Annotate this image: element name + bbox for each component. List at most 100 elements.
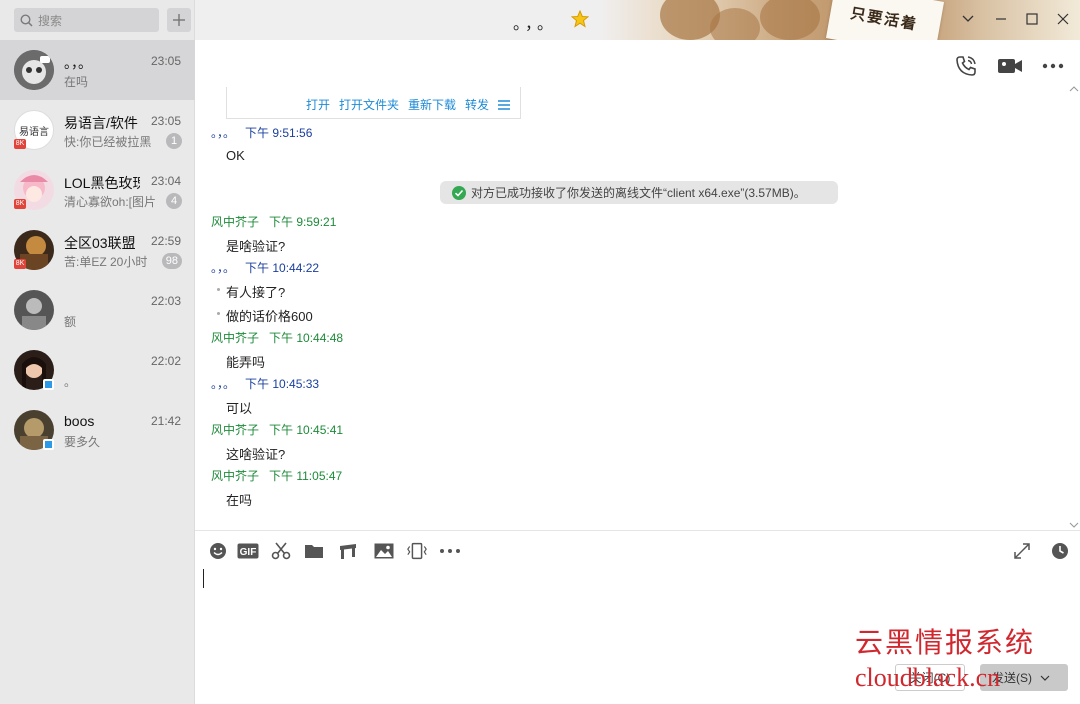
folder-icon[interactable] xyxy=(303,541,325,561)
search-icon xyxy=(20,13,33,27)
gif-icon[interactable]: GIF xyxy=(237,541,259,561)
expand-icon[interactable] xyxy=(1011,541,1033,561)
redownload-link[interactable]: 重新下载 xyxy=(408,96,456,113)
screenshot-scissors-icon[interactable] xyxy=(270,541,292,561)
history-clock-icon[interactable] xyxy=(1049,541,1071,561)
message-header: 风中芥子 下午 10:45:41 xyxy=(211,421,343,438)
contact-item[interactable]: boos 21:42 要多久 xyxy=(0,400,195,460)
title-bar: 只要活着 。，。 xyxy=(195,0,1080,40)
message-header: 。，。 下午 9:51:56 xyxy=(211,124,312,141)
message-header: 。，。 下午 10:45:33 xyxy=(211,375,319,392)
file-actions: 打开 打开文件夹 重新下载 转发 xyxy=(306,96,510,113)
add-button[interactable] xyxy=(167,8,191,32)
message-bullet xyxy=(217,312,220,315)
plus-icon xyxy=(173,14,185,26)
maximize-icon[interactable] xyxy=(1021,8,1043,30)
star-icon[interactable] xyxy=(570,9,590,31)
message-text: 可以 xyxy=(226,401,253,416)
system-notice-text: 对方已成功接收了你发送的离线文件“client x64.exe”(3.57MB)… xyxy=(471,186,806,200)
contact-name: 。，。 xyxy=(64,55,92,71)
contact-preview: 苦:单EZ 20小时 xyxy=(64,255,148,269)
contact-item[interactable]: 。，。 23:05 在吗 xyxy=(0,40,195,100)
message-input[interactable] xyxy=(203,569,204,588)
group-badge: 8K xyxy=(14,259,26,269)
message-text: 这啥验证? xyxy=(226,447,286,462)
menu-icon[interactable] xyxy=(498,99,510,110)
message-header: 风中芥子 下午 11:05:47 xyxy=(211,467,342,484)
sidebar: 搜索 。，。 23:05 在吗 易语言 8K 易语言/软件 23:05 快:你已… xyxy=(0,0,195,704)
message-sender: 风中芥子 xyxy=(211,331,260,345)
minimize-icon[interactable] xyxy=(990,8,1012,30)
message-header: 风中芥子 下午 10:44:48 xyxy=(211,329,343,346)
search-input[interactable]: 搜索 xyxy=(14,8,159,32)
message-bullet xyxy=(217,288,220,291)
contact-preview: 要多久 xyxy=(64,435,101,449)
unread-count: 98 xyxy=(161,253,182,269)
watermark-url: cloudblack.cn xyxy=(855,663,1001,692)
svg-text:GIF: GIF xyxy=(240,547,257,558)
message-text: 有人接了? xyxy=(226,285,286,300)
contact-item[interactable]: 易语言 8K 易语言/软件 23:05 快:你已经被拉黑 1 xyxy=(0,100,195,160)
message-sender: 风中芥子 xyxy=(211,215,260,229)
avatar xyxy=(14,50,54,90)
banner-text: 只要活着 xyxy=(849,5,920,34)
contact-time: 23:04 xyxy=(150,174,181,188)
online-badge xyxy=(43,379,54,390)
contact-name: LOL黑色玫瑰 xyxy=(64,175,140,191)
message-sender: 。，。 xyxy=(211,126,236,140)
contact-preview: 快:你已经被拉黑 xyxy=(64,135,152,149)
group-badge: 8K xyxy=(14,139,26,149)
contact-name: boos xyxy=(64,413,95,429)
music-icon[interactable] xyxy=(337,541,359,561)
file-card: 打开 打开文件夹 重新下载 转发 xyxy=(226,87,521,119)
banner-card: 只要活着 xyxy=(825,0,945,40)
emoji-icon[interactable] xyxy=(207,541,229,561)
contact-name: 全区03联盟 xyxy=(64,235,136,251)
message-sender: 风中芥子 xyxy=(211,423,260,437)
contact-item[interactable]: 8K LOL黑色玫瑰 23:04 清心寡欲oh:[图片] 4 xyxy=(0,160,195,220)
contact-time: 22:03 xyxy=(150,294,181,308)
chat-title: 。，。 xyxy=(513,16,558,33)
group-badge: 8K xyxy=(14,199,26,209)
dropdown-icon[interactable] xyxy=(957,8,979,30)
image-icon[interactable] xyxy=(373,541,395,561)
unread-count: 4 xyxy=(166,193,182,209)
message-list[interactable]: 打开 打开文件夹 重新下载 转发 。，。 下午 9:51:56 OK 对方已成功接… xyxy=(195,40,1080,530)
open-file-link[interactable]: 打开 xyxy=(306,96,330,113)
open-folder-link[interactable]: 打开文件夹 xyxy=(339,96,399,113)
more-tools-icon[interactable] xyxy=(439,541,461,561)
contact-item[interactable]: 8K 全区03联盟 22:59 苦:单EZ 20小时 98 xyxy=(0,220,195,280)
contact-preview: 额 xyxy=(64,315,77,329)
message-sender: 。，。 xyxy=(211,261,236,275)
message-sender: 风中芥子 xyxy=(211,469,260,483)
forward-link[interactable]: 转发 xyxy=(465,96,489,113)
message-text: 在吗 xyxy=(226,493,253,508)
scroll-up-icon[interactable] xyxy=(1069,84,1079,95)
message-header: 。，。 下午 10:44:22 xyxy=(211,259,319,276)
message-header: 风中芥子 下午 9:59:21 xyxy=(211,213,336,230)
watermark-title: 云黑情报系统 xyxy=(855,628,1036,659)
contact-time: 22:59 xyxy=(150,234,181,248)
close-icon[interactable] xyxy=(1052,8,1074,30)
message-text: 做的话价格600 xyxy=(226,309,313,324)
message-time: 下午 9:51:56 xyxy=(245,126,313,140)
search-placeholder: 搜索 xyxy=(38,13,63,28)
avatar xyxy=(14,290,54,330)
message-time: 下午 10:45:33 xyxy=(245,377,320,391)
contact-preview: 清心寡欲oh:[图片] xyxy=(64,195,156,209)
system-notice: 对方已成功接收了你发送的离线文件“client x64.exe”(3.57MB)… xyxy=(440,181,838,204)
contact-name: 易语言/软件 xyxy=(64,115,138,131)
contact-time: 23:05 xyxy=(150,54,181,68)
contact-item[interactable]: 22:02 。 xyxy=(0,340,195,400)
check-circle-icon xyxy=(452,185,466,200)
message-time: 下午 11:05:47 xyxy=(269,469,343,483)
chevron-down-icon[interactable] xyxy=(1040,675,1050,681)
unread-count: 1 xyxy=(166,133,182,149)
message-time: 下午 10:44:22 xyxy=(245,261,320,275)
contact-item[interactable]: 22:03 额 xyxy=(0,280,195,340)
message-time: 下午 10:45:41 xyxy=(269,423,344,437)
shake-window-icon[interactable] xyxy=(406,541,428,561)
contact-preview: 。 xyxy=(64,375,77,389)
contact-time: 21:42 xyxy=(150,414,181,428)
contact-time: 23:05 xyxy=(150,114,181,128)
